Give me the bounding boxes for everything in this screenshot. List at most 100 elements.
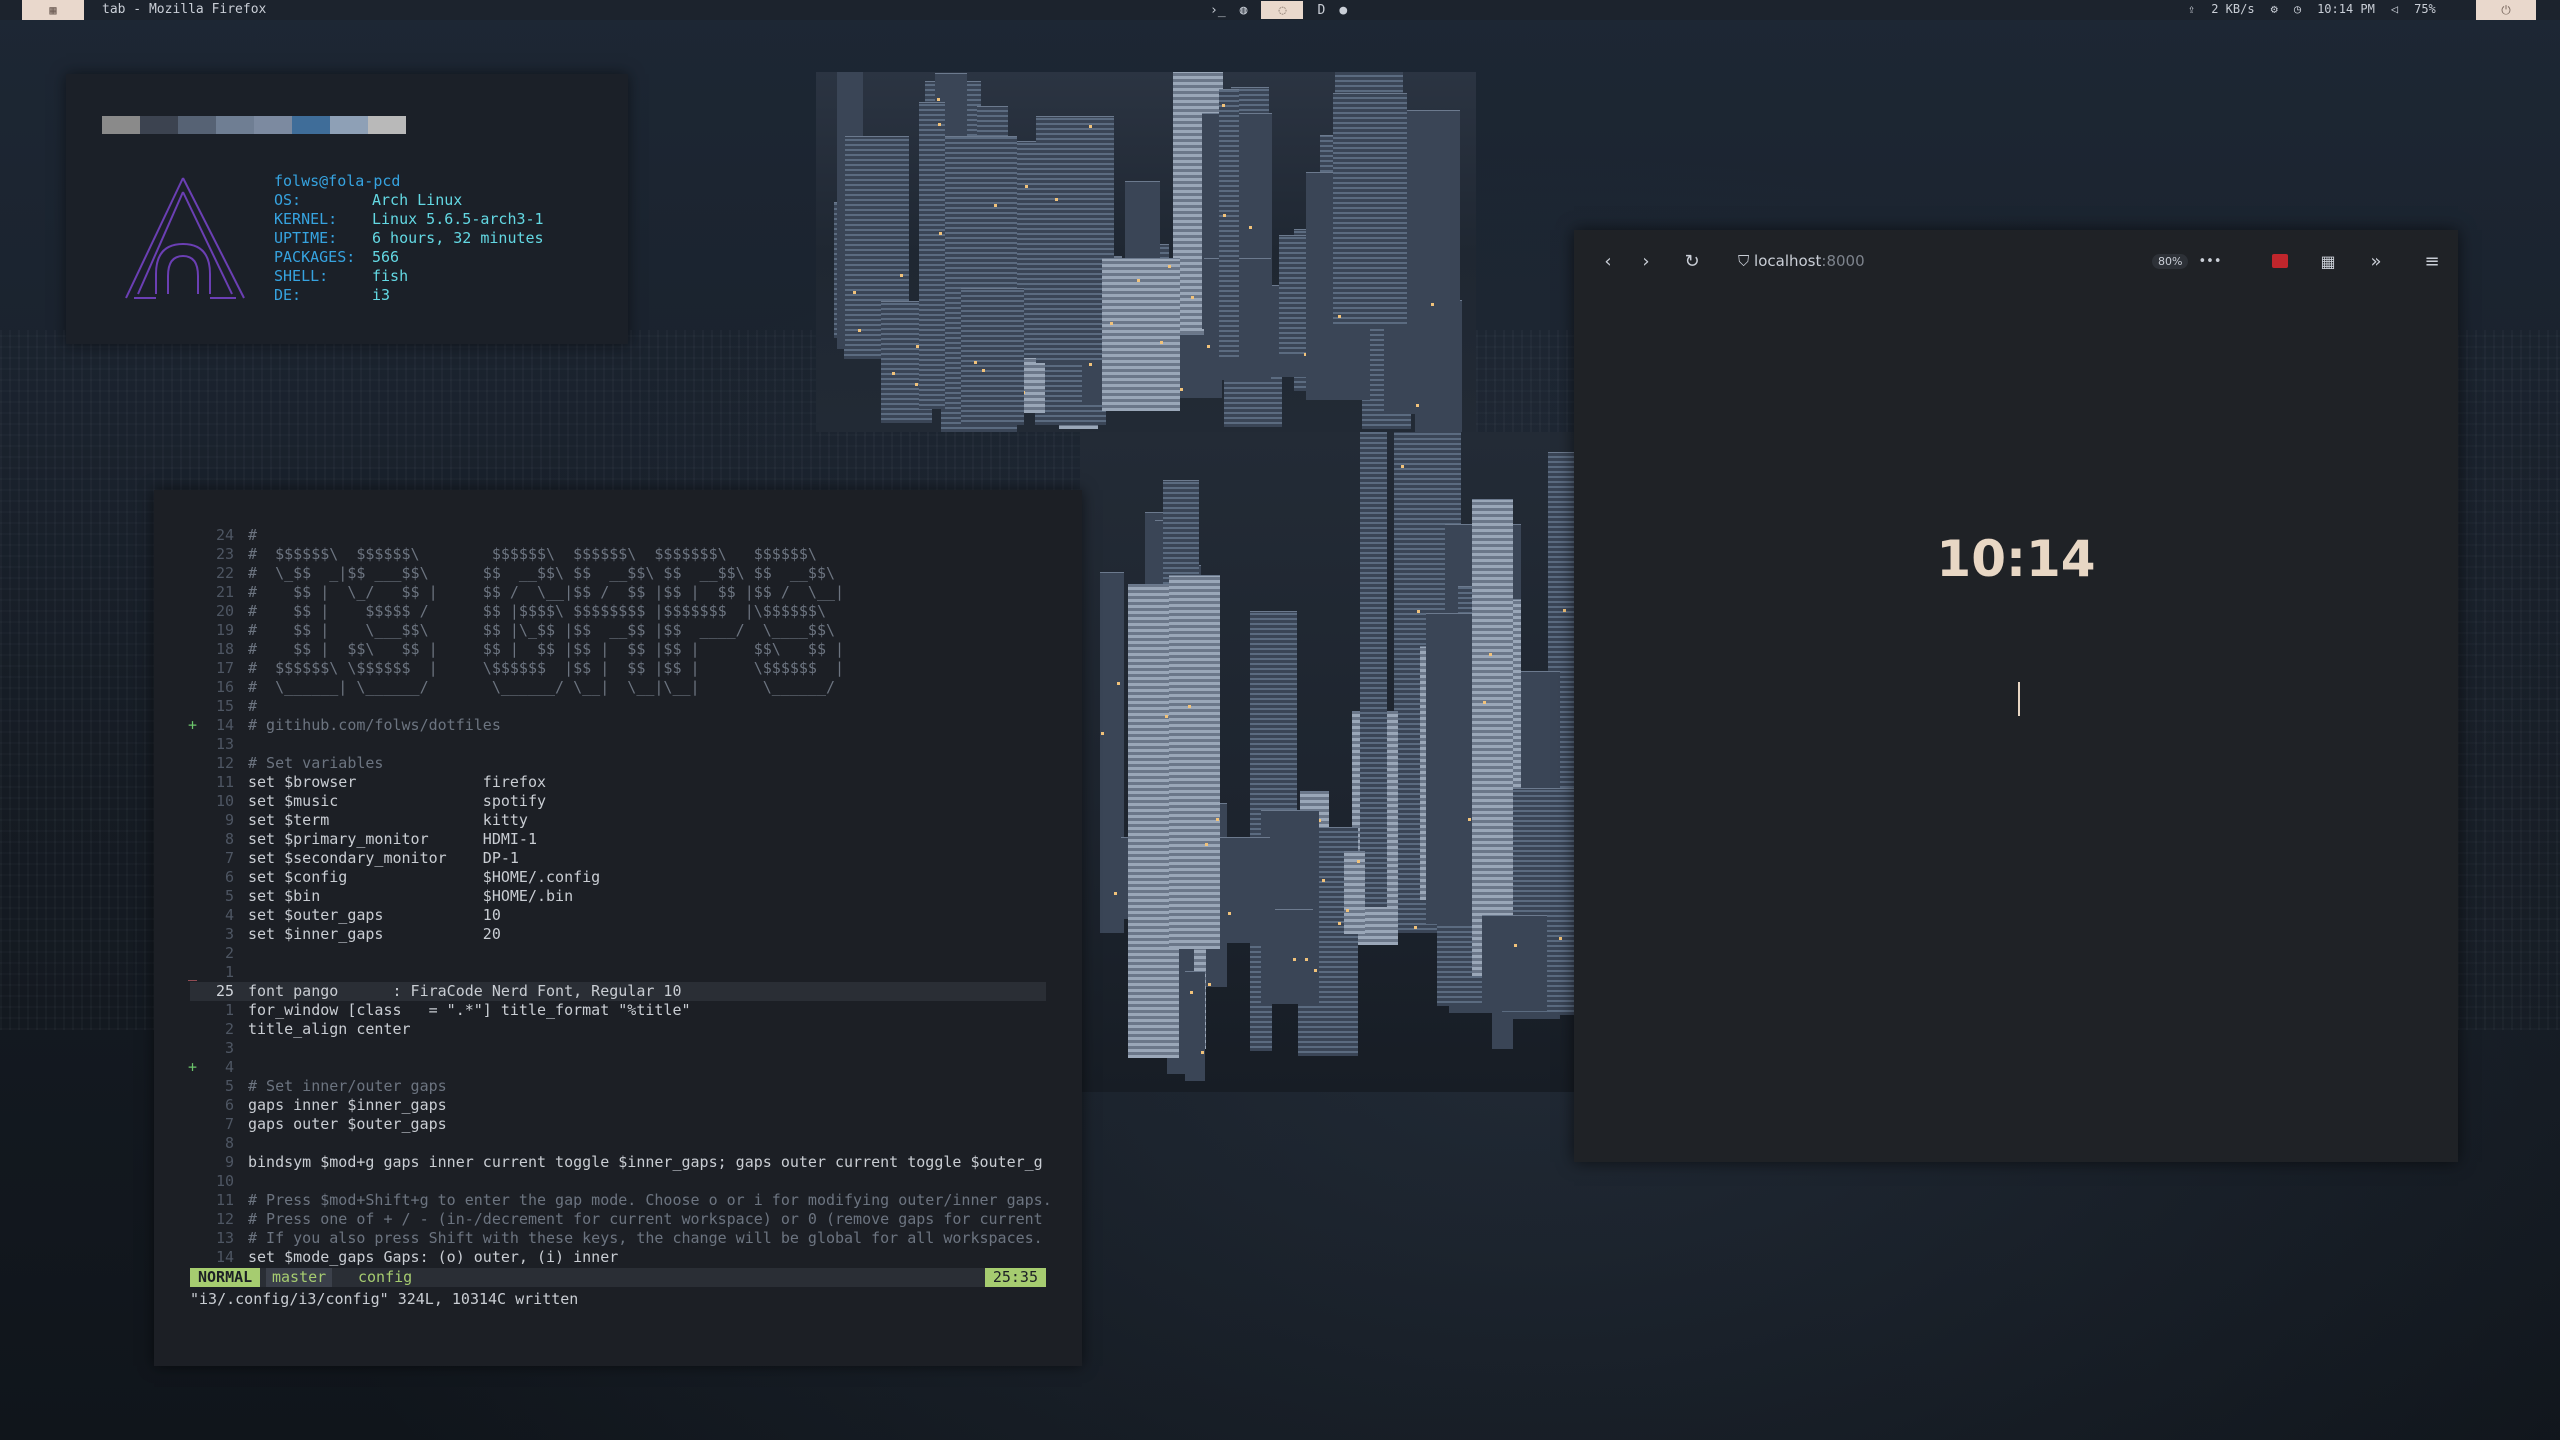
line-text: # xyxy=(248,697,258,715)
workspace-button[interactable]: ▦ xyxy=(22,0,84,20)
vim-line[interactable]: 2 title_align center xyxy=(190,1020,1046,1039)
info-row: UPTIME: 6 hours, 32 minutes xyxy=(274,229,544,248)
vim-line[interactable]: 4 set $outer_gaps 10 xyxy=(190,906,1046,925)
page-actions-icon[interactable]: ••• xyxy=(2198,249,2222,273)
vim-line[interactable]: 1 for_window [class = ".*"] title_format … xyxy=(190,1001,1046,1020)
forward-icon[interactable]: › xyxy=(1634,249,1658,273)
terminal-icon[interactable]: ›_ xyxy=(1210,3,1226,18)
city-photo-top xyxy=(816,72,1476,432)
lit-window xyxy=(939,232,943,236)
line-number: 3 xyxy=(224,1039,234,1057)
vim-mode: NORMAL xyxy=(190,1268,261,1287)
vim-line[interactable]: _ 1 xyxy=(188,963,1046,982)
info-row: SHELL: fish xyxy=(274,267,544,286)
lit-window xyxy=(1136,279,1140,283)
clock[interactable]: 10:14 PM xyxy=(2317,2,2375,16)
line-number: 17 xyxy=(215,659,234,677)
lit-window xyxy=(1483,701,1487,705)
lit-window xyxy=(1164,715,1168,719)
menu-icon[interactable]: ≡ xyxy=(2420,249,2444,273)
firefox-window[interactable]: ‹ › ↻ ⛉ localhost:8000 80% ••• ▦ » ≡ 10:… xyxy=(1574,230,2458,1162)
shield-icon[interactable]: ⛉ xyxy=(1738,252,1749,270)
line-text: # Set inner/outer gaps xyxy=(248,1077,447,1095)
active-workspace-icon[interactable]: ◌ xyxy=(1261,1,1304,19)
vim-line[interactable]: 25 font pango : FiraCode Nerd Font, Regul… xyxy=(190,982,1046,1001)
line-number: 10 xyxy=(215,1172,234,1190)
power-button[interactable]: ⏻ xyxy=(2476,0,2536,20)
vim-line[interactable]: 14 set $mode_gaps Gaps: (o) outer, (i) in… xyxy=(190,1248,1046,1267)
vim-line[interactable]: 17 # $$$$$$\ \$$$$$$ | \$$$$$$ |$$ | $$ |… xyxy=(190,659,1046,678)
reload-icon[interactable]: ↻ xyxy=(1680,249,1704,273)
vim-line[interactable]: 2 xyxy=(190,944,1046,963)
vim-line[interactable]: 9 set $term kitty xyxy=(190,811,1046,830)
vim-line[interactable]: 3 xyxy=(190,1039,1046,1058)
building xyxy=(1218,89,1240,361)
line-number: 19 xyxy=(215,621,234,639)
url-port: :8000 xyxy=(1821,252,1865,270)
lit-window xyxy=(1167,264,1171,268)
vim-line[interactable]: 7 gaps outer $outer_gaps xyxy=(190,1115,1046,1134)
line-text: gaps outer $outer_gaps xyxy=(248,1115,447,1133)
back-icon[interactable]: ‹ xyxy=(1596,249,1620,273)
git-sign: _ xyxy=(188,963,198,981)
vim-buffer[interactable]: 24 #23 # $$$$$$\ $$$$$$\ $$$$$$\ $$$$$$\ $… xyxy=(188,526,1052,1267)
lit-window xyxy=(892,371,896,375)
vim-line[interactable]: 19 # $$ | \___$$\ $$ |\_$$ |$$ __$$ |$$ _… xyxy=(190,621,1046,640)
vim-line[interactable]: 6 gaps inner $inner_gaps xyxy=(190,1096,1046,1115)
vim-line[interactable]: 13 xyxy=(190,735,1046,754)
ublock-icon[interactable] xyxy=(2272,254,2288,268)
vim-line[interactable]: 23 # $$$$$$\ $$$$$$\ $$$$$$\ $$$$$$\ $$$$… xyxy=(190,545,1046,564)
lit-window xyxy=(1227,911,1231,915)
vim-line[interactable]: 9 bindsym $mod+g gaps inner current toggl… xyxy=(190,1153,1046,1172)
vim-line[interactable]: 11 # Press $mod+Shift+g to enter the gap … xyxy=(190,1191,1052,1210)
vim-line[interactable]: 13 # If you also press Shift with these k… xyxy=(190,1229,1046,1248)
neofetch-terminal[interactable]: folws@fola-pcd OS: Arch Linux KERNEL: Linux… xyxy=(66,74,628,344)
lit-window xyxy=(858,329,862,333)
info-value: 566 xyxy=(372,248,400,266)
spotify-icon[interactable]: ● xyxy=(1339,3,1347,18)
vim-line[interactable]: 11 set $browser firefox xyxy=(190,773,1046,792)
lit-window xyxy=(1321,879,1325,883)
clock-icon: ◷ xyxy=(2293,2,2302,16)
lit-window xyxy=(1467,818,1471,822)
vim-line[interactable]: 15 # xyxy=(190,697,1046,716)
vim-line[interactable]: 5 # Set inner/outer gaps xyxy=(190,1077,1046,1096)
vim-line[interactable]: 3 set $inner_gaps 20 xyxy=(190,925,1046,944)
line-text: font pango : FiraCode Nerd Font, Regular… xyxy=(248,982,682,1000)
line-number: 22 xyxy=(215,564,234,582)
vim-line[interactable]: 5 set $bin $HOME/.bin xyxy=(190,887,1046,906)
building xyxy=(1102,257,1180,412)
vim-command-line[interactable]: "i3/.config/i3/config" 324L, 10314C writ… xyxy=(190,1290,578,1309)
vim-line[interactable]: 8 xyxy=(190,1134,1046,1153)
vim-line[interactable]: 20 # $$ | $$$$$ / $$ |$$$$\ $$$$$$$$ |$$$… xyxy=(190,602,1046,621)
volume-level[interactable]: 75% xyxy=(2414,2,2436,16)
vim-line[interactable]: 16 # \______| \______/ \______/ \__| \__|… xyxy=(190,678,1046,697)
lit-window xyxy=(1305,958,1309,962)
vim-line[interactable]: 22 # \_$$ _|$$ ___$$\ $$ __$$\ $$ __$$\ $… xyxy=(190,564,1046,583)
vim-line[interactable]: +4 xyxy=(188,1058,1046,1077)
url-bar[interactable]: ⛉ localhost:8000 xyxy=(1738,252,1865,270)
vim-line[interactable]: 7 set $secondary_monitor DP-1 xyxy=(190,849,1046,868)
overflow-icon[interactable]: » xyxy=(2364,249,2388,273)
vim-terminal[interactable]: 24 #23 # $$$$$$\ $$$$$$\ $$$$$$\ $$$$$$\ $… xyxy=(154,490,1082,1366)
volume-icon[interactable]: ◁ xyxy=(2391,2,2398,16)
vim-line[interactable]: 21 # $$ | \_/ $$ | $$ / \__|$$ / $$ |$$ |… xyxy=(190,583,1046,602)
grid-icon[interactable]: ▦ xyxy=(2316,249,2340,273)
workspace-letter[interactable]: D xyxy=(1317,3,1325,18)
vim-line[interactable]: 6 set $config $HOME/.config xyxy=(190,868,1046,887)
line-number: 3 xyxy=(224,925,234,943)
info-value: 6 hours, 32 minutes xyxy=(372,229,544,247)
vim-line[interactable]: 12 # Set variables xyxy=(190,754,1046,773)
vim-line[interactable]: 18 # $$ | $$\ $$ | $$ | $$ |$$ | $$ |$$ |… xyxy=(190,640,1046,659)
vim-line[interactable]: +14 # gitihub.com/folws/dotfiles xyxy=(188,716,1046,735)
vim-line[interactable]: 8 set $primary_monitor HDMI-1 xyxy=(190,830,1046,849)
line-number: 23 xyxy=(215,545,234,563)
zoom-badge[interactable]: 80% xyxy=(2152,254,2189,269)
globe-icon[interactable]: ◍ xyxy=(1240,3,1248,18)
lit-window xyxy=(1116,681,1120,685)
vim-line[interactable]: 10 set $music spotify xyxy=(190,792,1046,811)
lit-window xyxy=(1558,936,1562,940)
vim-line[interactable]: 10 xyxy=(190,1172,1046,1191)
vim-line[interactable]: 24 # xyxy=(190,526,1046,545)
vim-line[interactable]: 12 # Press one of + / - (in-/decrement fo… xyxy=(190,1210,1046,1229)
